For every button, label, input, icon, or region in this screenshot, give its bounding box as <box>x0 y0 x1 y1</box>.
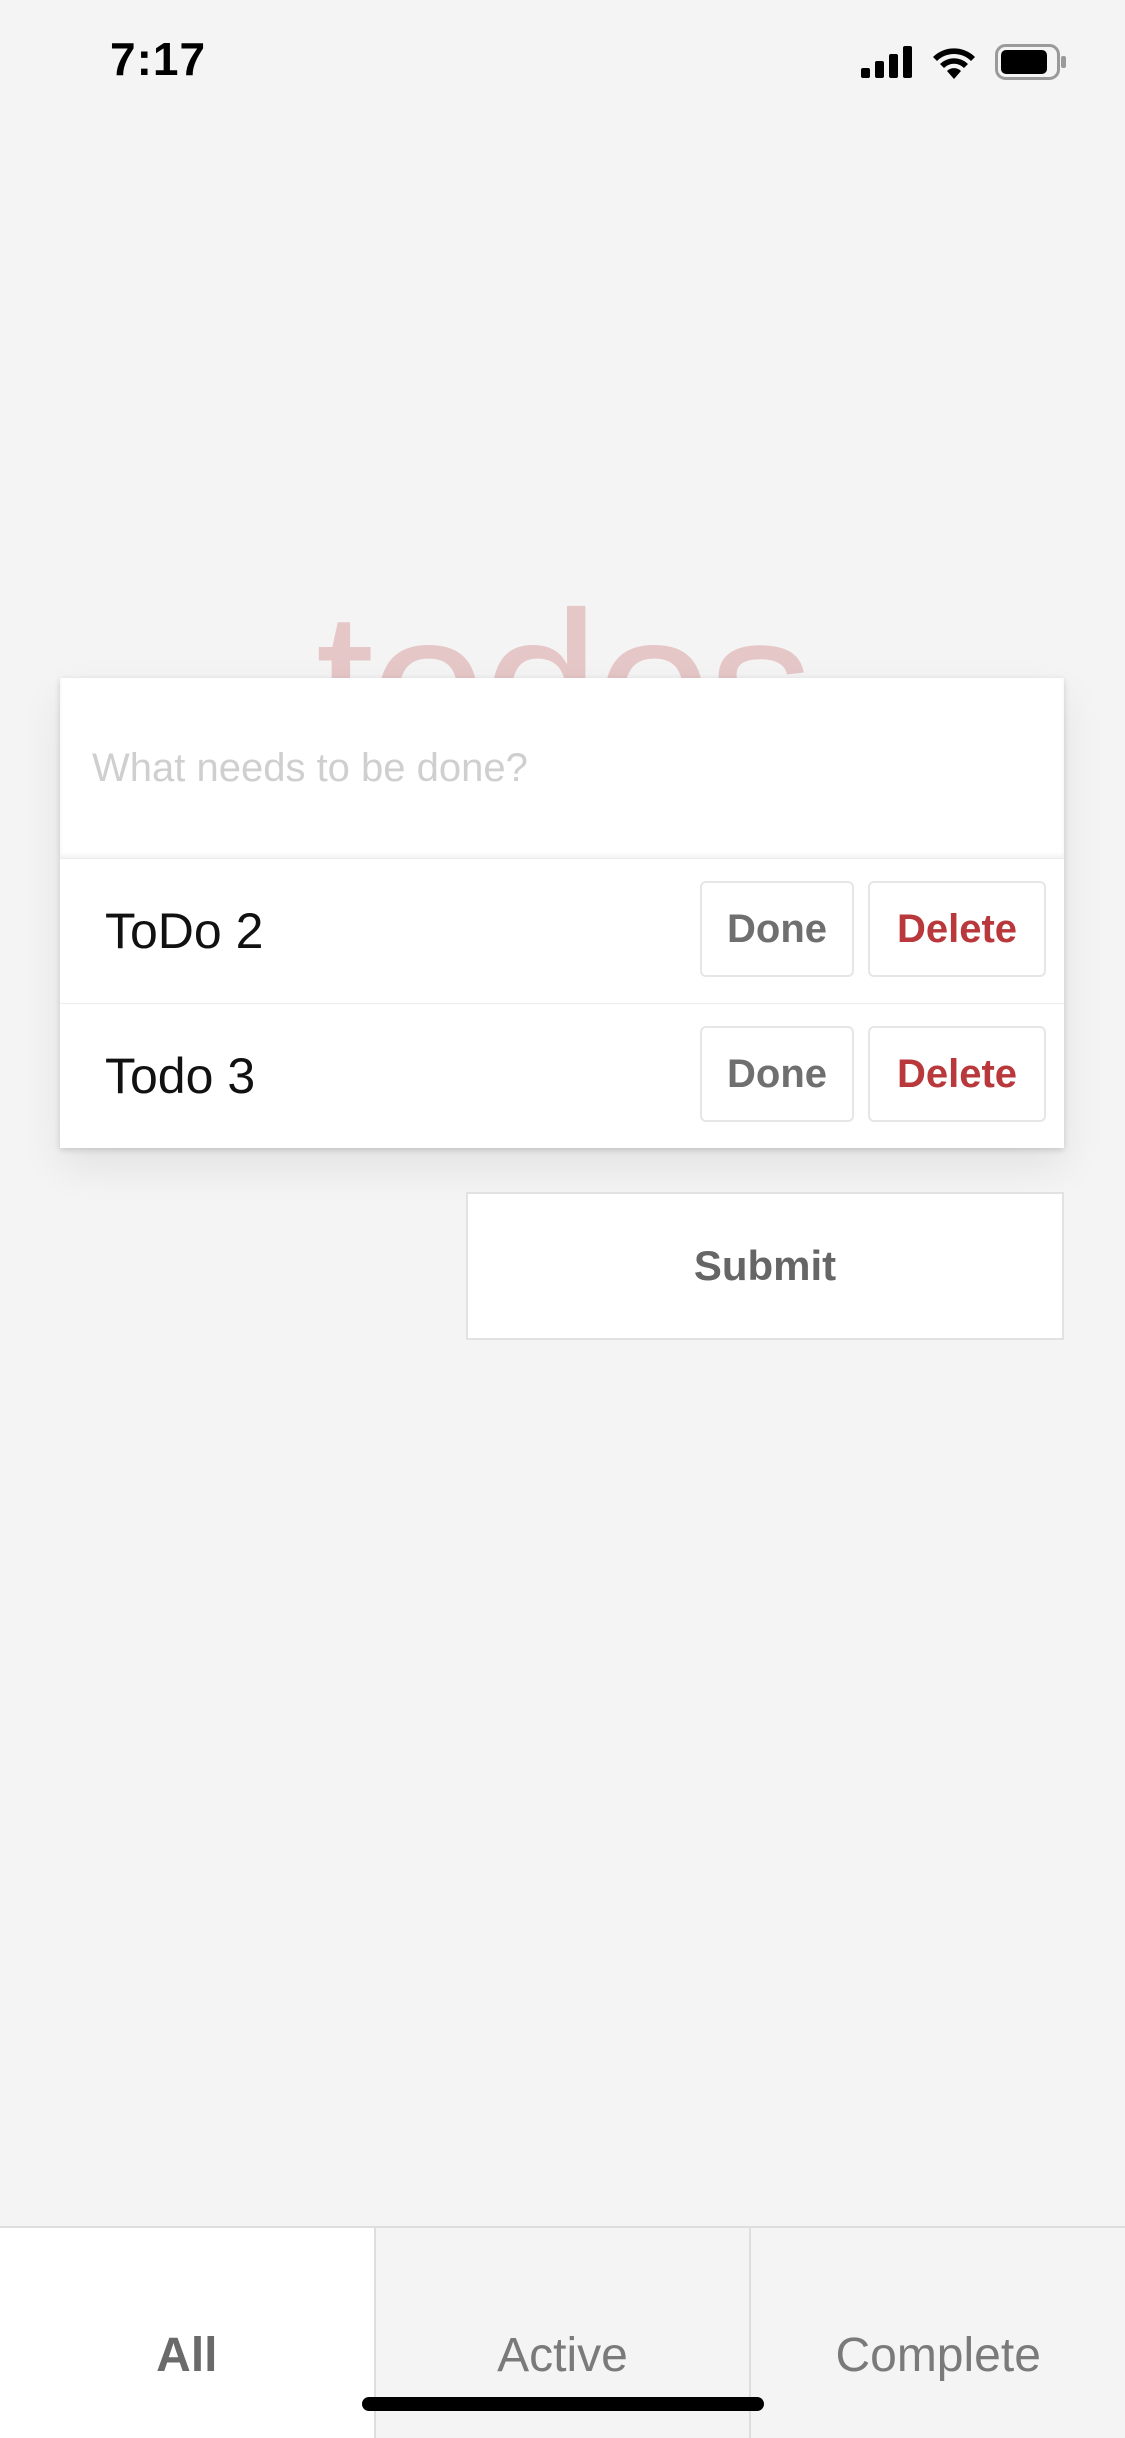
wifi-icon <box>931 45 977 79</box>
status-icons <box>861 42 1067 82</box>
home-indicator <box>362 2397 764 2411</box>
todo-item-label: ToDo 2 <box>105 903 264 959</box>
new-todo-input[interactable] <box>60 678 1064 858</box>
todo-item-label: Todo 3 <box>105 1048 256 1104</box>
tab-complete[interactable]: Complete <box>749 2228 1125 2438</box>
tab-all[interactable]: All <box>0 2228 374 2438</box>
delete-button[interactable]: Delete <box>868 1026 1046 1122</box>
todo-item: Todo 3 Done Delete <box>60 1003 1064 1148</box>
battery-icon <box>995 44 1067 80</box>
signal-icon <box>861 46 913 78</box>
todo-card: ToDo 2 Done Delete Todo 3 Done Delete <box>60 678 1064 1148</box>
todo-list: ToDo 2 Done Delete Todo 3 Done Delete <box>60 858 1064 1148</box>
todo-item: ToDo 2 Done Delete <box>60 858 1064 1003</box>
done-button[interactable]: Done <box>700 1026 854 1122</box>
done-button[interactable]: Done <box>700 881 854 977</box>
delete-button[interactable]: Delete <box>868 881 1046 977</box>
submit-button[interactable]: Submit <box>466 1192 1064 1340</box>
status-bar: 7:17 <box>0 0 1125 120</box>
status-time: 7:17 <box>110 33 207 85</box>
